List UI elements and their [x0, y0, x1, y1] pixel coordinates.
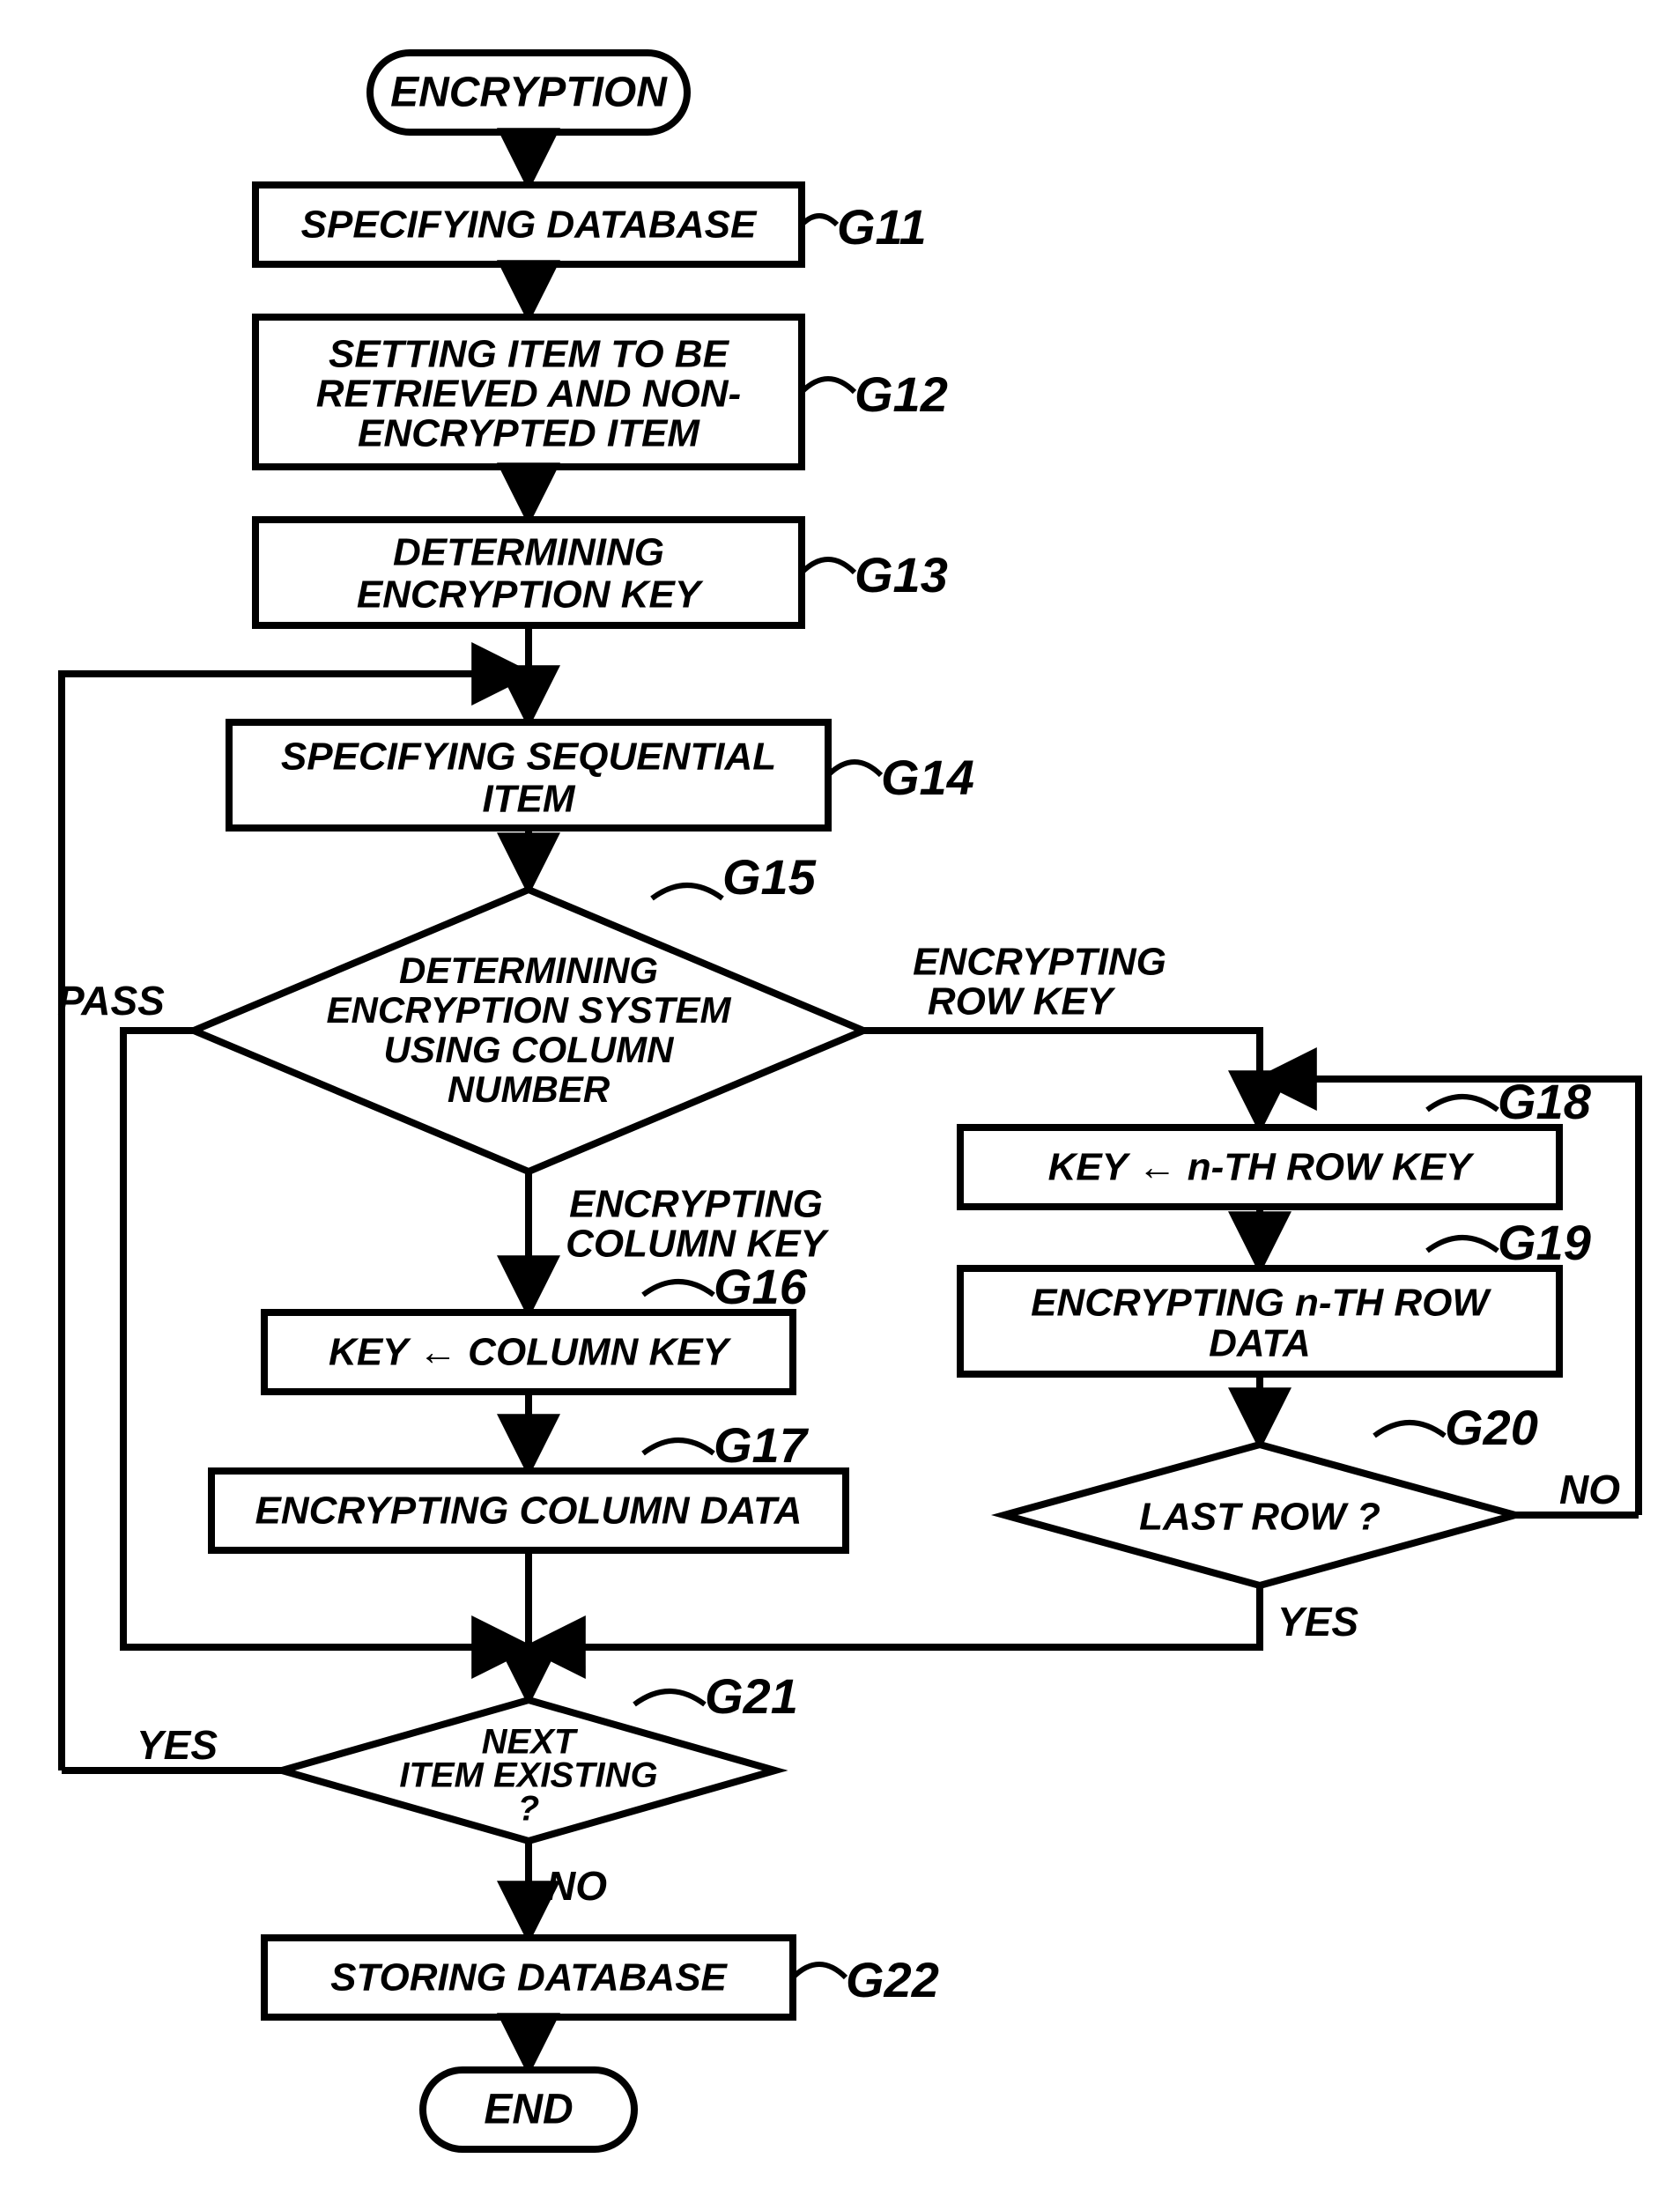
g15-t3: USING COLUMN	[384, 1029, 676, 1070]
g15-label: G15	[722, 849, 817, 905]
process-g13: DETERMINING ENCRYPTION KEY	[255, 520, 802, 625]
g15-t2: ENCRYPTION SYSTEM	[327, 989, 732, 1031]
g14-t2: ITEM	[482, 778, 575, 821]
process-g11: SPECIFYING DATABASE	[255, 185, 802, 264]
process-g17: ENCRYPTING COLUMN DATA	[211, 1471, 846, 1550]
process-g14: SPECIFYING SEQUENTIAL ITEM	[229, 722, 828, 828]
flowchart-svg: ENCRYPTION SPECIFYING DATABASE G11 SETTI…	[0, 0, 1680, 2188]
g13-t2: ENCRYPTION KEY	[357, 573, 704, 617]
g11-label: G11	[837, 199, 927, 255]
g19-t2: DATA	[1209, 1322, 1311, 1365]
g21-t3: ?	[518, 1790, 539, 1829]
edge-rowkey-t1: ENCRYPTING	[913, 941, 1166, 984]
g12-label: G12	[855, 366, 948, 422]
end-text: END	[484, 2087, 573, 2133]
g20-label: G20	[1445, 1400, 1538, 1455]
g13-label: G13	[855, 547, 948, 602]
process-g18: KEY ← n-TH ROW KEY	[960, 1127, 1559, 1207]
edge-loop-back	[62, 674, 529, 1770]
g18-text: KEY ← n-TH ROW KEY	[1048, 1146, 1475, 1189]
g14-t1: SPECIFYING SEQUENTIAL	[281, 735, 776, 779]
edge-pass-text: PASS	[57, 978, 165, 1024]
g12-t2: RETRIEVED AND NON-	[316, 373, 741, 416]
g20-no-text: NO	[1559, 1467, 1620, 1512]
g11-text: SPECIFYING DATABASE	[301, 203, 758, 247]
g22-text: STORING DATABASE	[330, 1956, 728, 2000]
edge-rowkey-t2: ROW KEY	[928, 980, 1116, 1024]
process-g19: ENCRYPTING n-TH ROW DATA	[960, 1268, 1559, 1374]
decision-g20: LAST ROW ?	[1004, 1445, 1515, 1586]
g17-text: ENCRYPTING COLUMN DATA	[255, 1489, 803, 1533]
g21-label: G21	[705, 1668, 798, 1724]
g19-t1: ENCRYPTING n-TH ROW	[1031, 1282, 1491, 1325]
g18-label: G18	[1498, 1074, 1592, 1129]
g15-t4: NUMBER	[448, 1068, 611, 1110]
terminator-end: END	[423, 2070, 634, 2149]
g16-text: KEY ← COLUMN KEY	[329, 1331, 732, 1374]
g19-label: G19	[1498, 1215, 1591, 1270]
process-g22: STORING DATABASE	[264, 1938, 793, 2017]
edge-colkey-t1: ENCRYPTING	[569, 1183, 823, 1226]
edge-g15-g18	[863, 1031, 1260, 1127]
terminator-start: ENCRYPTION	[370, 53, 687, 132]
g21-no-text: NO	[546, 1863, 607, 1909]
g13-t1: DETERMINING	[393, 531, 664, 574]
g21-yes-text: YES	[137, 1722, 218, 1768]
edge-g20-yes	[529, 1586, 1260, 1647]
decision-g15: DETERMINING ENCRYPTION SYSTEM USING COLU…	[194, 890, 863, 1172]
g12-t3: ENCRYPTED ITEM	[358, 412, 700, 455]
decision-g21: NEXT ITEM EXISTING ?	[282, 1700, 775, 1841]
g14-label: G14	[881, 750, 974, 805]
g15-t1: DETERMINING	[399, 950, 658, 991]
g16-label: G16	[714, 1259, 808, 1314]
g20-yes-text: YES	[1277, 1599, 1358, 1645]
start-text: ENCRYPTION	[390, 70, 668, 116]
g22-label: G22	[846, 1952, 939, 2007]
process-g12: SETTING ITEM TO BE RETRIEVED AND NON- EN…	[255, 317, 802, 467]
g17-label: G17	[714, 1417, 810, 1473]
g20-text: LAST ROW ?	[1139, 1496, 1380, 1539]
g12-t1: SETTING ITEM TO BE	[329, 333, 730, 376]
process-g16: KEY ← COLUMN KEY	[264, 1312, 793, 1392]
